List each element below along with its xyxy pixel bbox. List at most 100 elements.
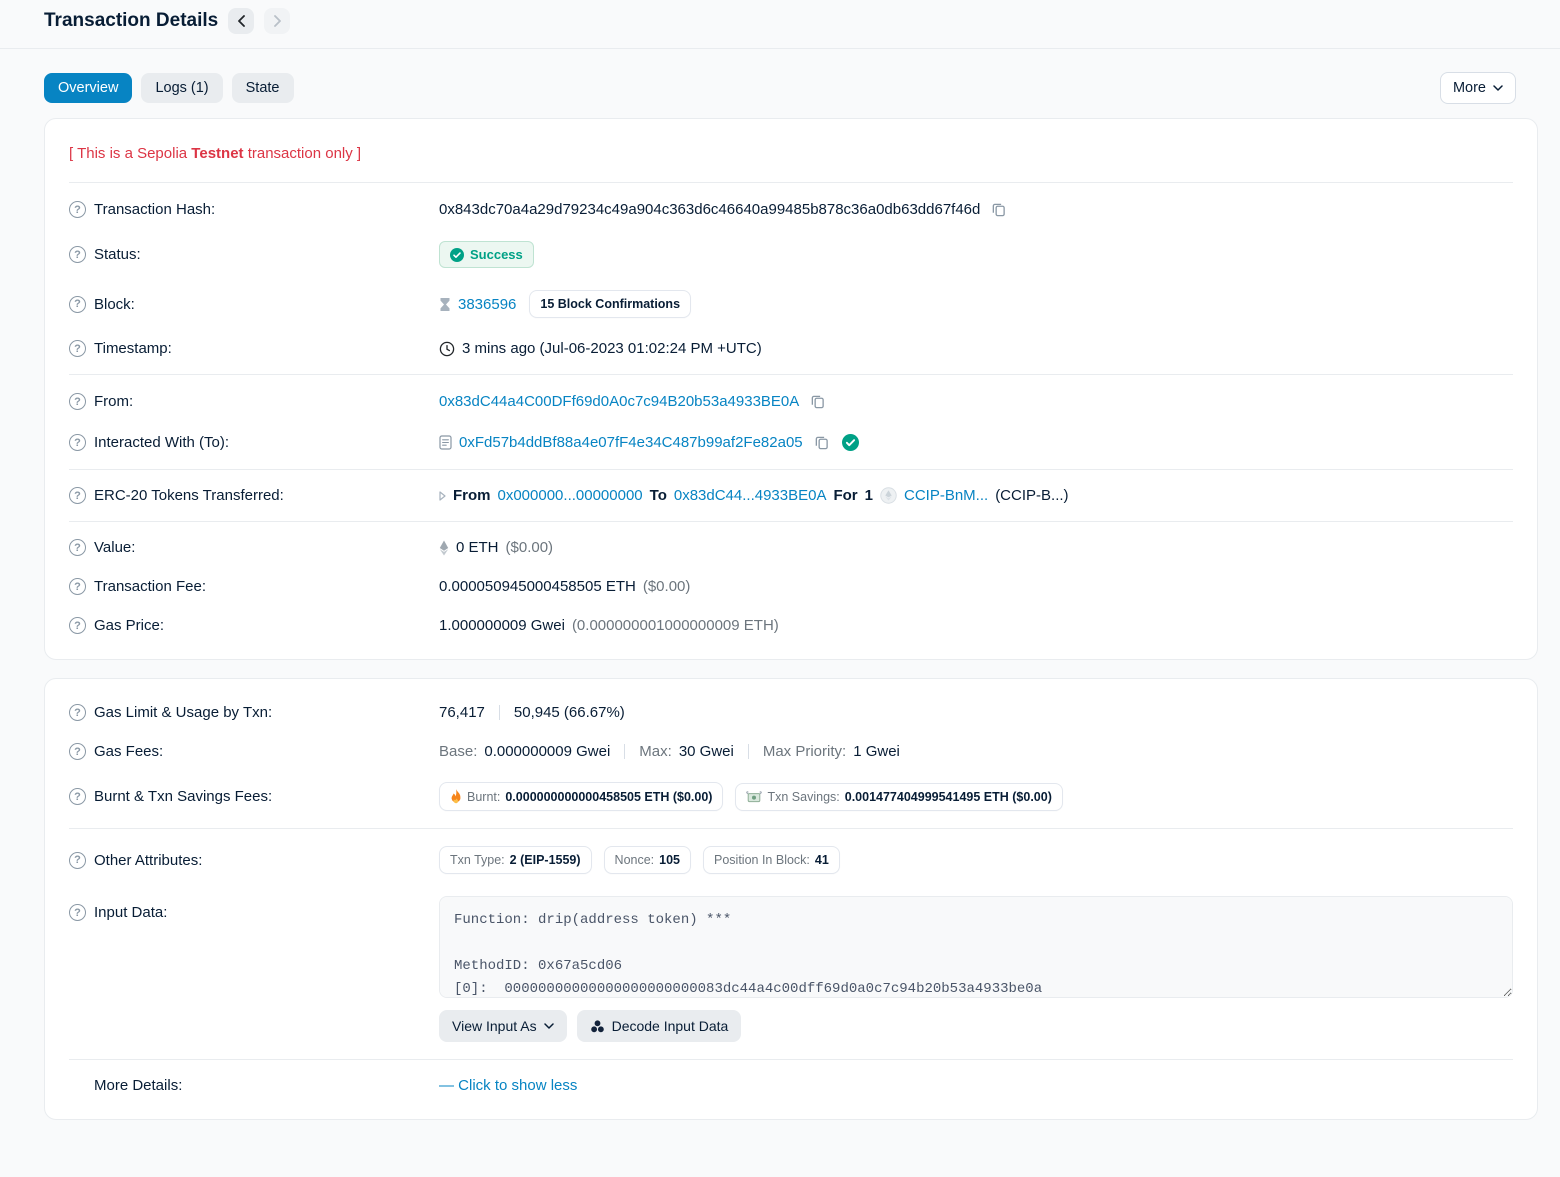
help-icon[interactable]: ? — [69, 201, 86, 218]
prev-transaction-button[interactable] — [228, 8, 254, 34]
other-attributes-label: Other Attributes: — [94, 852, 202, 869]
erc20-for-word: For — [833, 487, 857, 504]
help-icon[interactable]: ? — [69, 743, 86, 760]
gas-limit-label: Gas Limit & Usage by Txn: — [94, 704, 272, 721]
help-icon[interactable]: ? — [69, 246, 86, 263]
gas-limit-row: ? Gas Limit & Usage by Txn: 76,417 50,94… — [69, 693, 1513, 732]
testnet-warning: [ This is a Sepolia Testnet transaction … — [69, 133, 1513, 176]
gas-price-eth: (0.000000001000000009 ETH) — [572, 617, 779, 634]
from-row: ? From: 0x83dC44a4C00DFf69d0A0c7c94B20b5… — [69, 381, 1513, 422]
separator — [499, 705, 500, 720]
gas-fees-label: Gas Fees: — [94, 743, 163, 760]
value-label: Value: — [94, 539, 135, 556]
txn-savings-value: 0.001477404999541495 ETH ($0.00) — [845, 790, 1052, 804]
timestamp-value: 3 mins ago (Jul-06-2023 01:02:24 PM +UTC… — [462, 340, 762, 357]
nonce-badge: Nonce: 105 — [604, 846, 691, 874]
copy-icon — [991, 202, 1006, 217]
divider — [69, 182, 1513, 183]
more-details-label: More Details: — [94, 1077, 182, 1094]
interacted-with-row: ? Interacted With (To): 0xFd57b4ddBf88a4… — [69, 422, 1513, 463]
help-icon[interactable]: ? — [69, 434, 86, 451]
help-icon[interactable]: ? — [69, 704, 86, 721]
interacted-with-label: Interacted With (To): — [94, 434, 229, 451]
nonce-value: 105 — [659, 853, 680, 867]
copy-icon — [814, 435, 829, 450]
chevron-right-icon — [273, 15, 282, 27]
block-label: Block: — [94, 296, 135, 313]
status-text: Success — [470, 247, 523, 262]
help-icon[interactable]: ? — [69, 578, 86, 595]
input-data-label: Input Data: — [94, 904, 167, 921]
block-row: ? Block: 3836596 15 Block Confirmations — [69, 279, 1513, 329]
block-number-link[interactable]: 3836596 — [458, 296, 516, 313]
gas-price-label: Gas Price: — [94, 617, 164, 634]
separator — [624, 744, 625, 759]
txn-savings-badge: Txn Savings: 0.001477404999541495 ETH ($… — [735, 783, 1062, 811]
help-icon[interactable]: ? — [69, 852, 86, 869]
verified-check-icon — [842, 434, 859, 451]
help-icon[interactable]: ? — [69, 617, 86, 634]
help-icon[interactable]: ? — [69, 788, 86, 805]
divider — [69, 469, 1513, 470]
contract-file-icon — [439, 435, 452, 450]
tab-overview[interactable]: Overview — [44, 73, 132, 103]
position-label: Position In Block: — [714, 853, 810, 867]
to-address-link[interactable]: 0xFd57b4ddBf88a4e07fF4e34C487b99af2Fe82a… — [459, 434, 803, 451]
tx-hash-value: 0x843dc70a4a29d79234c49a904c363d6c46640a… — [439, 201, 980, 218]
copy-tx-hash-button[interactable] — [989, 200, 1008, 219]
tab-bar: Overview Logs (1) State More — [0, 49, 1560, 118]
erc20-token-link[interactable]: CCIP-BnM... — [904, 487, 988, 504]
warning-suffix: transaction only ] — [244, 145, 362, 162]
chevron-down-icon — [1493, 85, 1503, 91]
status-badge: Success — [439, 241, 534, 268]
hourglass-icon — [439, 297, 451, 312]
help-icon[interactable]: ? — [69, 904, 86, 921]
copy-to-address-button[interactable] — [812, 433, 831, 452]
copy-from-address-button[interactable] — [808, 392, 827, 411]
tab-state[interactable]: State — [232, 73, 294, 103]
clock-icon — [439, 341, 455, 357]
divider — [69, 521, 1513, 522]
view-input-as-button[interactable]: View Input As — [439, 1010, 567, 1042]
tx-hash-label: Transaction Hash: — [94, 201, 215, 218]
timestamp-row: ? Timestamp: 3 mins ago (Jul-06-2023 01:… — [69, 329, 1513, 368]
position-value: 41 — [815, 853, 829, 867]
status-row: ? Status: Success — [69, 230, 1513, 279]
check-circle-icon — [450, 248, 464, 262]
help-icon[interactable]: ? — [69, 393, 86, 410]
burnt-savings-row: ? Burnt & Txn Savings Fees: Burnt: 0.000… — [69, 771, 1513, 822]
erc20-from-address-link[interactable]: 0x000000...00000000 — [498, 487, 643, 504]
tx-hash-row: ? Transaction Hash: 0x843dc70a4a29d79234… — [69, 189, 1513, 230]
page-header: Transaction Details — [0, 0, 1560, 49]
show-less-link[interactable]: — Click to show less — [439, 1077, 577, 1094]
help-icon[interactable]: ? — [69, 340, 86, 357]
gas-fees-row: ? Gas Fees: Base: 0.000000009 Gwei Max: … — [69, 732, 1513, 771]
eth-diamond-icon — [439, 540, 449, 556]
more-dropdown-button[interactable]: More — [1440, 72, 1516, 104]
transaction-fee-label: Transaction Fee: — [94, 578, 206, 595]
details-card: ? Gas Limit & Usage by Txn: 76,417 50,94… — [44, 678, 1538, 1120]
copy-icon — [810, 394, 825, 409]
help-icon[interactable]: ? — [69, 296, 86, 313]
transaction-fee-usd: ($0.00) — [643, 578, 691, 595]
input-data-row: ? Input Data: Function: drip(address tok… — [69, 885, 1513, 1053]
separator — [748, 744, 749, 759]
burnt-savings-label: Burnt & Txn Savings Fees: — [94, 788, 272, 805]
erc20-to-word: To — [650, 487, 667, 504]
value-amount: 0 ETH — [456, 539, 499, 556]
warning-bold: Testnet — [191, 145, 243, 162]
decode-input-data-button[interactable]: Decode Input Data — [577, 1010, 742, 1042]
transaction-fee-row: ? Transaction Fee: 0.000050945000458505 … — [69, 567, 1513, 606]
value-usd: ($0.00) — [506, 539, 554, 556]
page-title: Transaction Details — [44, 10, 218, 32]
help-icon[interactable]: ? — [69, 487, 86, 504]
input-data-textarea[interactable]: Function: drip(address token) *** Method… — [439, 896, 1513, 998]
tab-logs[interactable]: Logs (1) — [141, 73, 222, 103]
from-address-link[interactable]: 0x83dC44a4C00DFf69d0A0c7c94B20b53a4933BE… — [439, 393, 799, 410]
txn-type-badge: Txn Type: 2 (EIP-1559) — [439, 846, 592, 874]
erc20-transfers-row: ? ERC-20 Tokens Transferred: From 0x0000… — [69, 476, 1513, 515]
max-fee-value: 30 Gwei — [679, 743, 734, 760]
next-transaction-button[interactable] — [264, 8, 290, 34]
help-icon[interactable]: ? — [69, 539, 86, 556]
erc20-to-address-link[interactable]: 0x83dC44...4933BE0A — [674, 487, 827, 504]
